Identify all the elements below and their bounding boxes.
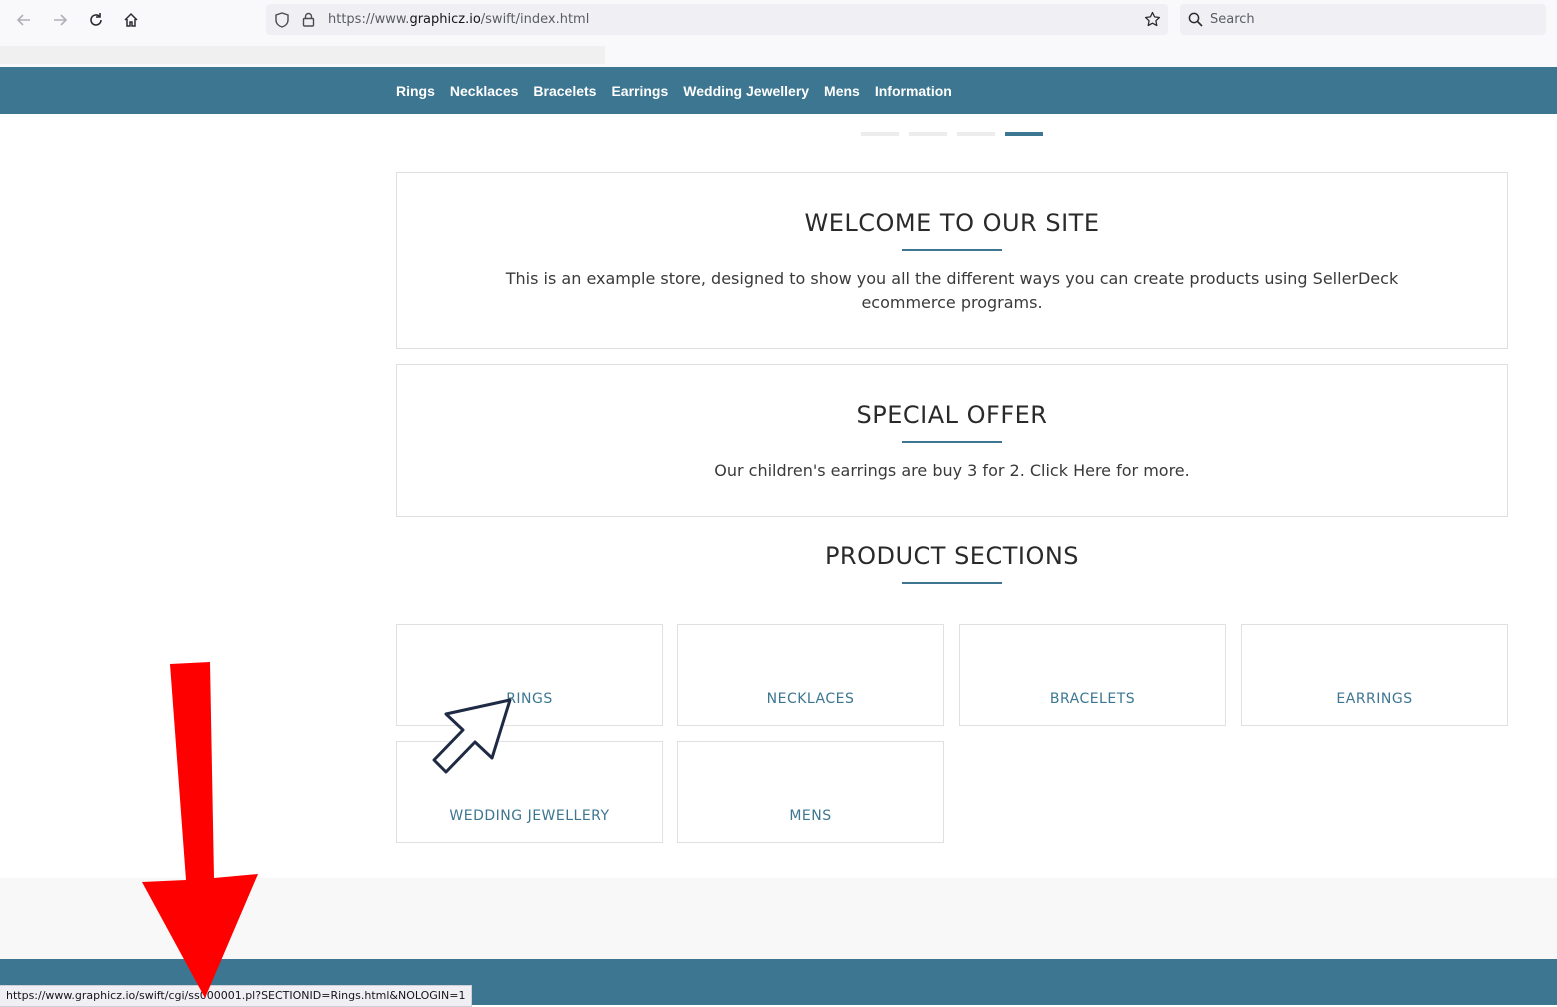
section-tile-label[interactable]: WEDDING JEWELLERY — [397, 808, 662, 824]
section-tile-label[interactable]: NECKLACES — [678, 691, 943, 707]
welcome-panel: WELCOME TO OUR SITE This is an example s… — [396, 172, 1508, 349]
search-placeholder: Search — [1210, 12, 1255, 27]
bookmarks-area — [0, 46, 605, 64]
welcome-text: This is an example store, designed to sh… — [505, 269, 1399, 312]
slider-indicators — [861, 132, 1043, 136]
search-icon — [1188, 12, 1203, 27]
lock-icon — [302, 12, 315, 27]
title-underline — [902, 582, 1002, 584]
offer-title: SPECIAL OFFER — [856, 401, 1048, 429]
title-underline — [902, 249, 1002, 251]
nav-item-earrings[interactable]: Earrings — [611, 83, 668, 99]
shield-icon — [275, 12, 289, 28]
back-button[interactable] — [12, 8, 36, 32]
section-tile-label[interactable]: EARRINGS — [1242, 691, 1507, 707]
offer-text: Our children's earrings are buy 3 for 2.… — [714, 461, 1190, 480]
star-icon[interactable] — [1144, 11, 1161, 28]
forward-button[interactable] — [48, 8, 72, 32]
status-bar-url: https://www.graphicz.io/swift/cgi/ss0000… — [0, 985, 473, 1007]
reload-button[interactable] — [84, 8, 108, 32]
slider-dot-active[interactable] — [1005, 132, 1043, 136]
footer-top — [0, 878, 1557, 959]
section-tile-necklaces[interactable]: NECKLACES — [677, 624, 944, 726]
arrow-right-icon — [54, 14, 68, 26]
title-underline — [902, 441, 1002, 443]
nav-item-rings[interactable]: Rings — [396, 83, 435, 99]
reload-icon — [90, 13, 102, 26]
section-tile-label[interactable]: RINGS — [397, 691, 662, 707]
product-sections-heading: PRODUCT SECTIONS — [396, 542, 1508, 584]
nav-item-mens[interactable]: Mens — [824, 83, 860, 99]
bookmarks-toolbar — [0, 40, 1557, 67]
nav-item-bracelets[interactable]: Bracelets — [533, 83, 596, 99]
slider-dot[interactable] — [909, 132, 947, 136]
search-input[interactable]: Search — [1180, 4, 1546, 35]
home-icon — [124, 12, 138, 27]
nav-item-necklaces[interactable]: Necklaces — [450, 83, 519, 99]
slider-dot[interactable] — [861, 132, 899, 136]
section-tile-label[interactable]: MENS — [678, 808, 943, 824]
url-bar[interactable]: https://www.graphicz.io/swift/index.html — [266, 4, 1168, 35]
section-tile-earrings[interactable]: EARRINGS — [1241, 624, 1508, 726]
welcome-title: WELCOME TO OUR SITE — [804, 209, 1100, 237]
section-tile-label[interactable]: BRACELETS — [960, 691, 1225, 707]
slider-dot[interactable] — [957, 132, 995, 136]
section-tile-bracelets[interactable]: BRACELETS — [959, 624, 1226, 726]
nav-item-information[interactable]: Information — [875, 83, 952, 99]
arrow-left-icon — [16, 14, 30, 26]
special-offer-panel: SPECIAL OFFER Our children's earrings ar… — [396, 364, 1508, 517]
url-text[interactable]: https://www.graphicz.io/swift/index.html — [328, 12, 589, 27]
section-tile-wedding-jewellery[interactable]: WEDDING JEWELLERY — [396, 741, 663, 843]
product-sections-title: PRODUCT SECTIONS — [824, 542, 1080, 570]
browser-toolbar: https://www.graphicz.io/swift/index.html… — [0, 0, 1557, 40]
nav-item-wedding-jewellery[interactable]: Wedding Jewellery — [683, 83, 809, 99]
main-navigation: Rings Necklaces Bracelets Earrings Weddi… — [0, 67, 1557, 114]
section-tile-rings[interactable]: RINGS — [396, 624, 663, 726]
home-button[interactable] — [119, 8, 143, 32]
section-tile-mens[interactable]: MENS — [677, 741, 944, 843]
